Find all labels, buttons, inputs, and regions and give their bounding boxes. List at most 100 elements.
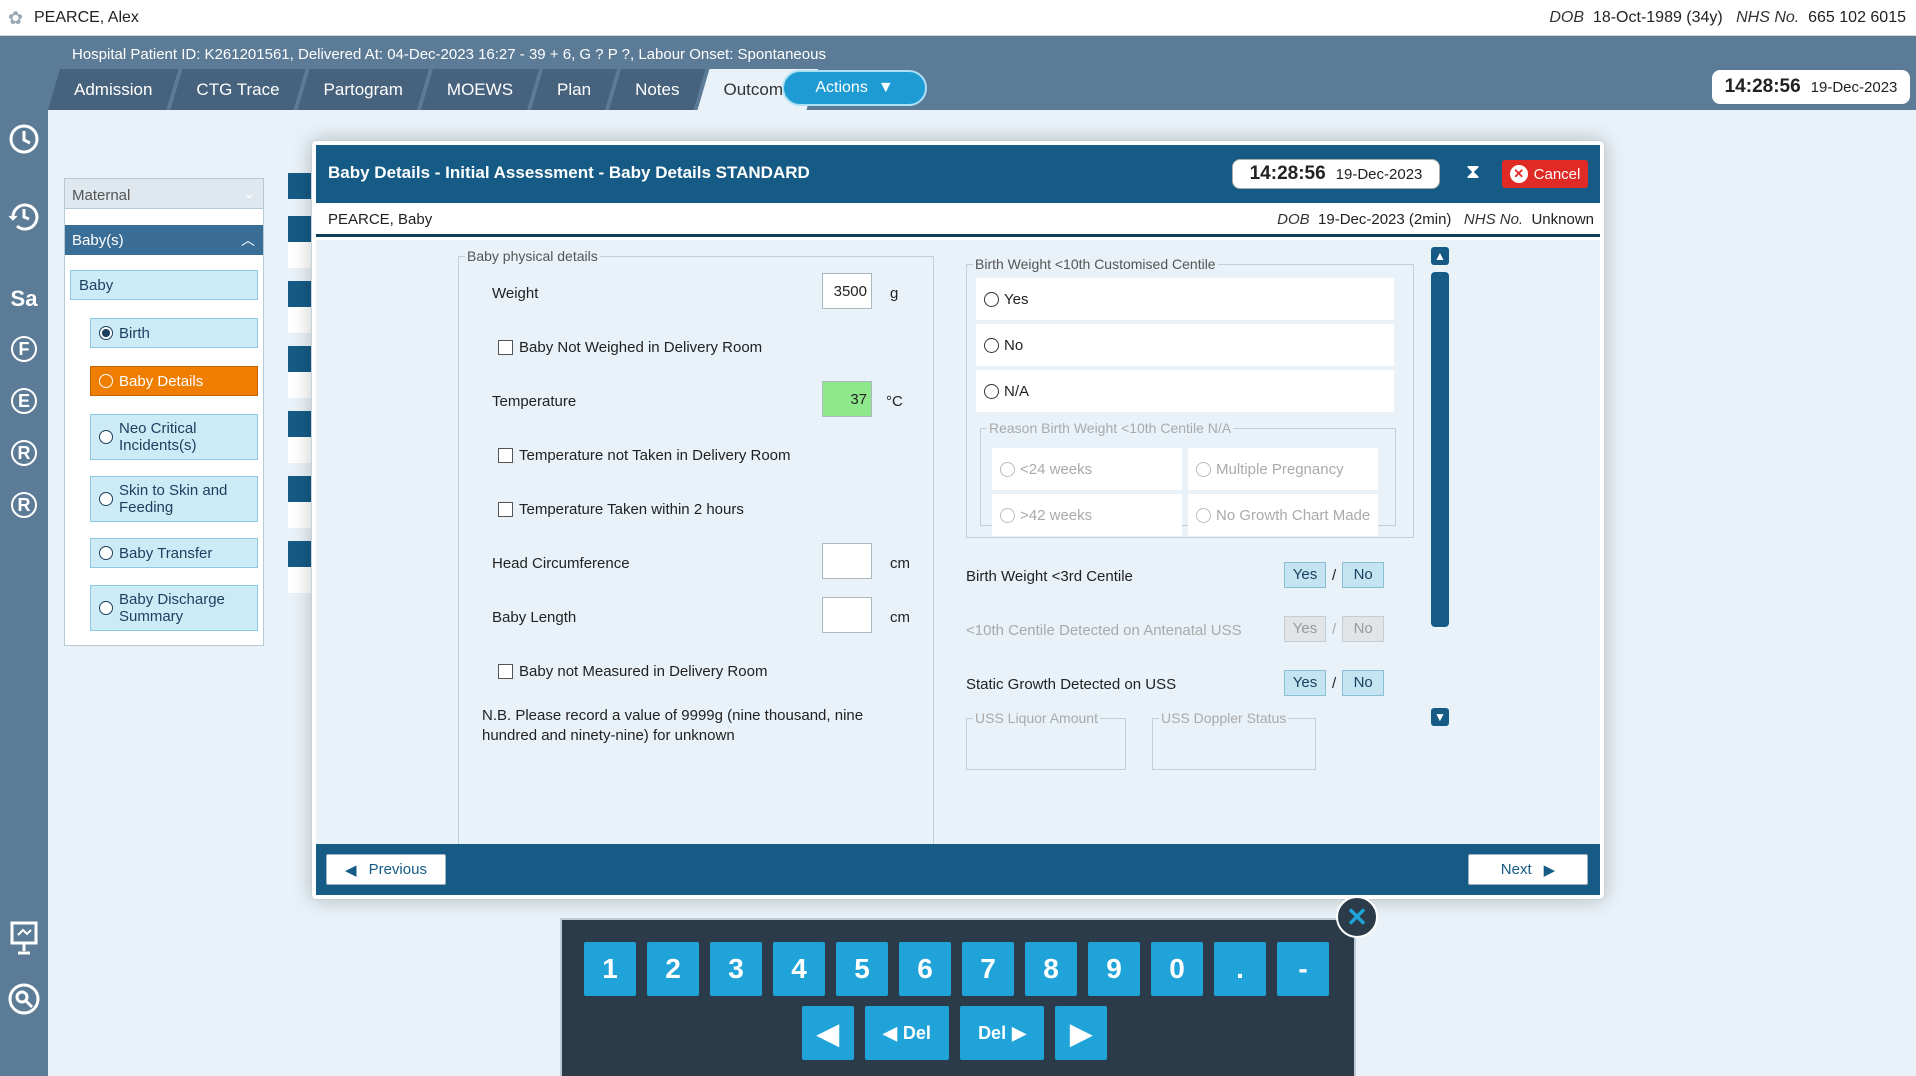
reason-legend: Reason Birth Weight <10th Centile N/A [989,420,1232,436]
key-3[interactable]: 3 [710,942,762,996]
triangle-right-icon: ▶ [1543,861,1556,879]
rail-e[interactable]: E [0,387,48,414]
hospital-info: Hospital Patient ID: K261201561, Deliver… [72,46,826,63]
star-icon: ✿ [8,8,24,28]
tab-plan[interactable]: Plan [531,69,617,110]
tab-moews[interactable]: MOEWS [421,69,539,110]
reason-no-growth-chart-radio[interactable]: No Growth Chart Made [1188,494,1378,536]
dialog-header: Baby Details - Initial Assessment - Baby… [316,145,1600,203]
nav-skin-to-skin-label: Skin to Skin and Feeding [119,482,228,516]
tab-partogram[interactable]: Partogram [298,69,429,110]
bw-3rd-centile-yes[interactable]: Yes [1284,562,1326,588]
not-weighed-checkbox[interactable]: Baby Not Weighed in Delivery Room [498,339,762,356]
radio-icon [1000,507,1015,523]
nav-baby-transfer[interactable]: Baby Transfer [90,538,258,568]
chevron-up-icon: ︿ [241,232,255,248]
checkbox-icon [498,448,513,463]
babies-section-header[interactable]: Baby(s) ︿ [65,225,263,255]
weight-input[interactable]: 3500 [822,273,872,309]
static-growth-no[interactable]: No [1342,670,1385,696]
reason-42-weeks-radio[interactable]: >42 weeks [992,494,1182,536]
key-delete-forward[interactable]: Del ▶ [960,1006,1044,1060]
nav-neo-critical[interactable]: Neo Critical Incidents(s) [90,414,258,460]
key-minus[interactable]: - [1277,942,1329,996]
key-7[interactable]: 7 [962,942,1014,996]
key-2[interactable]: 2 [647,942,699,996]
static-growth-label: Static Growth Detected on USS [966,676,1177,693]
actions-button[interactable]: Actions ▼ [782,70,927,106]
key-8[interactable]: 8 [1025,942,1077,996]
radio-icon [984,383,999,399]
left-rail: Sa F E R R [0,110,48,1076]
scrollbar-thumb[interactable] [1431,272,1449,627]
centile-na-radio[interactable]: N/A [976,370,1394,412]
clock-date: 19-Dec-2023 [1810,78,1898,96]
key-9[interactable]: 9 [1088,942,1140,996]
centile-no-label: No [1004,336,1024,354]
nav-baby-discharge[interactable]: Baby Discharge Summary [90,585,258,631]
rail-r1-label: R [11,440,37,466]
centile-antenatal-uss-yes-no: Yes / No [1284,616,1385,642]
key-1[interactable]: 1 [584,942,636,996]
rail-r2[interactable]: R [0,491,48,518]
temp-not-taken-checkbox[interactable]: Temperature not Taken in Delivery Room [498,447,791,464]
scroll-down-button[interactable]: ▼ [1431,708,1449,726]
previous-button[interactable]: ◀ Previous [326,854,446,885]
hourglass-icon[interactable]: ⧗ [1466,161,1480,184]
dialog-content: Baby physical details Weight 3500 g Baby… [316,240,1600,844]
dialog-clock[interactable]: 14:28:56 19-Dec-2023 [1232,159,1440,189]
key-cursor-right[interactable]: ▶ [1055,1006,1107,1060]
head-circumference-unit: cm [890,555,910,572]
centile-no-radio[interactable]: No [976,324,1394,366]
nav-baby[interactable]: Baby [70,270,258,300]
radio-icon [99,374,113,388]
reason-24-weeks-radio[interactable]: <24 weeks [992,448,1182,490]
not-measured-checkbox[interactable]: Baby not Measured in Delivery Room [498,663,767,680]
radio-icon [984,291,999,307]
next-button[interactable]: Next ▶ [1468,854,1588,885]
scroll-up-button[interactable]: ▲ [1431,247,1449,265]
static-growth-yes[interactable]: Yes [1284,670,1326,696]
rail-r1[interactable]: R [0,439,48,466]
key-6[interactable]: 6 [899,942,951,996]
radio-icon [1000,461,1015,477]
babies-section-label: Baby(s) [72,232,124,249]
keypad-close-button[interactable]: ✕ [1336,896,1378,938]
key-4[interactable]: 4 [773,942,825,996]
key-cursor-left[interactable]: ◀ [802,1006,854,1060]
history-icon[interactable] [0,198,48,238]
maternal-select[interactable]: Maternal ⌄ [65,179,263,209]
key-delete-back[interactable]: ◀ Del [865,1006,949,1060]
key-0[interactable]: 0 [1151,942,1203,996]
patient-name: PEARCE, Alex [34,9,139,26]
cancel-button[interactable]: ✕ Cancel [1502,160,1588,188]
presentation-icon[interactable] [0,920,48,962]
clock-icon[interactable] [0,122,48,162]
bw-3rd-centile-no[interactable]: No [1342,562,1385,588]
centile-antenatal-uss-yes[interactable]: Yes [1284,616,1326,642]
centile-yes-radio[interactable]: Yes [976,278,1394,320]
head-circumference-input[interactable] [822,543,872,579]
dialog-clock-date: 19-Dec-2023 [1335,165,1423,183]
baby-nhs-value: Unknown [1531,211,1594,228]
tab-admission[interactable]: Admission [48,69,178,110]
nav-birth[interactable]: Birth [90,318,258,348]
search-icon[interactable] [0,982,48,1022]
rail-f[interactable]: F [0,335,48,362]
reason-multiple-pregnancy-radio[interactable]: Multiple Pregnancy [1188,448,1378,490]
triangle-left-icon: ◀ [883,1022,897,1043]
nav-baby-details[interactable]: Baby Details [90,366,258,396]
cancel-label: Cancel [1533,165,1581,183]
nav-skin-to-skin[interactable]: Skin to Skin and Feeding [90,476,258,522]
centile-antenatal-uss-no[interactable]: No [1342,616,1385,642]
del-forward-label: Del [978,1022,1007,1043]
key-dot[interactable]: . [1214,942,1266,996]
tab-notes[interactable]: Notes [609,69,705,110]
key-5[interactable]: 5 [836,942,888,996]
tab-ctg-trace[interactable]: CTG Trace [170,69,305,110]
rail-sa[interactable]: Sa [0,286,48,312]
reason-42-weeks-label: >42 weeks [1020,506,1093,524]
temperature-input[interactable]: 37 [822,381,872,417]
baby-length-input[interactable] [822,597,872,633]
temp-2h-checkbox[interactable]: Temperature Taken within 2 hours [498,501,744,518]
